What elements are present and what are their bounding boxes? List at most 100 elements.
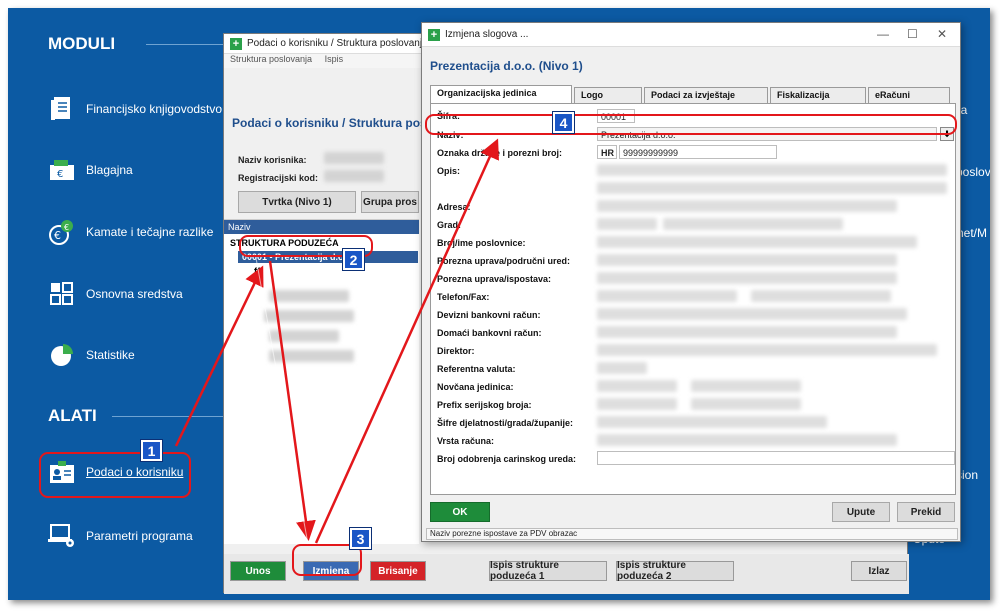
structure-tree[interactable]: Naziv STRUKTURA PODUZEĆA 00001 - Prezent… (224, 219, 419, 544)
blurred-value (691, 380, 801, 392)
prekid-button[interactable]: Prekid (897, 502, 955, 522)
menu-item-label: Financijsko knjigovodstvo (86, 102, 223, 116)
annotation-badge-2: 2 (342, 248, 365, 271)
blurred-value (264, 310, 354, 322)
label-direktor: Direktor: (437, 346, 475, 356)
unos-button[interactable]: Unos (230, 561, 286, 581)
broj-odobrenja-field[interactable] (597, 451, 955, 465)
blurred-value (691, 398, 801, 410)
label-porezna-uprava: Porezna uprava/područni ured: (437, 256, 571, 266)
tab-organizacijska-jedinica[interactable]: Organizacijska jedinica (430, 85, 572, 103)
blurred-value (597, 182, 947, 194)
blurred-value (597, 380, 677, 392)
blurred-value (269, 350, 354, 362)
menu-item-label: Blagajna (86, 163, 133, 177)
upute-button[interactable]: Upute (832, 502, 890, 522)
label-porezna-ispostava: Porezna uprava/ispostava: (437, 274, 552, 284)
menu-item-kamate[interactable]: € € Kamate i tečajne razlike (48, 215, 213, 249)
blurred-value (597, 416, 827, 428)
blurred-value (324, 152, 384, 164)
close-icon[interactable]: ✕ (937, 27, 947, 41)
dialog-heading: Prezentacija d.o.o. (Nivo 1) (430, 59, 583, 73)
blurred-value (324, 170, 384, 182)
ispis-strukture-1-button[interactable]: Ispis strukture poduzeća 1 (489, 560, 607, 582)
partial-text: poslov (956, 165, 990, 179)
app-background: MODULI Financijsko knjigovodstvo € Blaga… (8, 8, 990, 600)
ok-button[interactable]: OK (430, 502, 490, 522)
blurred-value (269, 290, 349, 302)
annotation-badge-3: 3 (349, 527, 372, 550)
izlaz-button[interactable]: Izlaz (851, 561, 907, 581)
status-bar: Naziv porezne ispostave za PDV obrazac (426, 528, 958, 540)
label-grad: Grad: (437, 220, 462, 230)
coins-icon: € € (48, 218, 76, 246)
maximize-icon[interactable]: ☐ (907, 27, 918, 41)
blurred-value (597, 218, 657, 230)
document-icon (48, 95, 76, 123)
blurred-value (597, 344, 937, 356)
section-divider (146, 44, 226, 45)
blurred-value (597, 272, 897, 284)
menu-item-blagajna[interactable]: € Blagajna (48, 153, 133, 187)
label-referentna-valuta: Referentna valuta: (437, 364, 516, 374)
section-moduli: MODULI (48, 34, 116, 53)
blurred-value (597, 326, 897, 338)
label-vrsta-racuna: Vrsta računa: (437, 436, 495, 446)
label-domaci-racun: Domaći bankovni račun: (437, 328, 542, 338)
tab-logo[interactable]: Logo (574, 87, 642, 103)
blurred-value (597, 398, 677, 410)
menu-struktura[interactable]: Struktura poslovanja (230, 54, 312, 64)
blurred-value (597, 236, 917, 248)
menu-item-label: Parametri programa (86, 529, 193, 543)
section-alati: ALATI (48, 406, 97, 425)
blurred-value (597, 290, 737, 302)
app-icon: + (428, 28, 440, 41)
label-sifre-djelatnosti: Šifre djelatnosti/grada/županije: (437, 418, 574, 428)
grupa-button[interactable]: Grupa pros (361, 191, 419, 213)
label-oznaka: Oznaka države i porezni broj: (437, 148, 563, 158)
minimize-icon[interactable]: — (877, 27, 889, 41)
laptop-gear-icon (48, 522, 76, 550)
tax-number-field[interactable]: 99999999999 (619, 145, 777, 159)
svg-text:€: € (57, 169, 63, 180)
tab-podaci-za-izvjestaje[interactable]: Podaci za izvještaje (644, 87, 768, 103)
blurred-value (663, 218, 843, 230)
menu-item-statistike[interactable]: Statistike (48, 338, 135, 372)
label-naziv-korisnika: Naziv korisnika: (238, 155, 307, 165)
blurred-value (751, 290, 891, 302)
label-novcana-jedinica: Novčana jedinica: (437, 382, 514, 392)
app-icon: + (230, 37, 242, 50)
label-registracijski-kod: Registracijski kod: (238, 173, 319, 183)
blurred-value (597, 200, 897, 212)
grid-icon (48, 280, 76, 308)
window-title: Podaci o korisniku / Struktura poslovanj… (247, 38, 428, 49)
dialog-izmjena-slogova: + Izmjena slogova ... — ☐ ✕ Prezentacija… (421, 22, 961, 542)
organizacijska-jedinica-panel: Šifra: 00001 Naziv: Prezentacija d.o.o. … (430, 103, 956, 495)
tab-fiskalizacija[interactable]: Fiskalizacija (770, 87, 866, 103)
tvrtka-button[interactable]: Tvrtka (Nivo 1) (238, 191, 356, 213)
annotation-badge-4: 4 (552, 111, 575, 134)
label-poslovnica: Broj/ime poslovnice: (437, 238, 526, 248)
tree-child-node[interactable]: fff (254, 266, 419, 276)
ispis-strukture-2-button[interactable]: Ispis strukture poduzeća 2 (616, 560, 734, 582)
tab-bar: Organizacijska jedinica Logo Podaci za i… (430, 85, 952, 103)
menu-item-financijsko[interactable]: Financijsko knjigovodstvo (48, 92, 222, 126)
menu-item-osnovna[interactable]: Osnovna sredstva (48, 277, 183, 311)
menu-item-parametri[interactable]: Parametri programa (48, 519, 193, 553)
tab-eracuni[interactable]: eRačuni (868, 87, 950, 103)
country-code-field[interactable]: HR (597, 145, 617, 159)
blurred-value (597, 362, 647, 374)
label-adresa: Adresa: (437, 202, 471, 212)
label-telefon-fax: Telefon/Fax: (437, 292, 490, 302)
blurred-value (597, 434, 897, 446)
section-divider (112, 416, 226, 417)
label-devizni-racun: Devizni bankovni račun: (437, 310, 541, 320)
dialog-title: Izmjena slogova ... (445, 29, 529, 40)
brisanje-button[interactable]: Brisanje (370, 561, 426, 581)
menu-ispis[interactable]: Ispis (325, 54, 344, 64)
menu-item-label: Kamate i tečajne razlike (86, 225, 214, 239)
annotation-highlight-4 (425, 114, 957, 135)
annotation-highlight-1 (39, 452, 191, 498)
annotation-badge-1: 1 (140, 439, 163, 462)
blurred-value (597, 164, 947, 176)
